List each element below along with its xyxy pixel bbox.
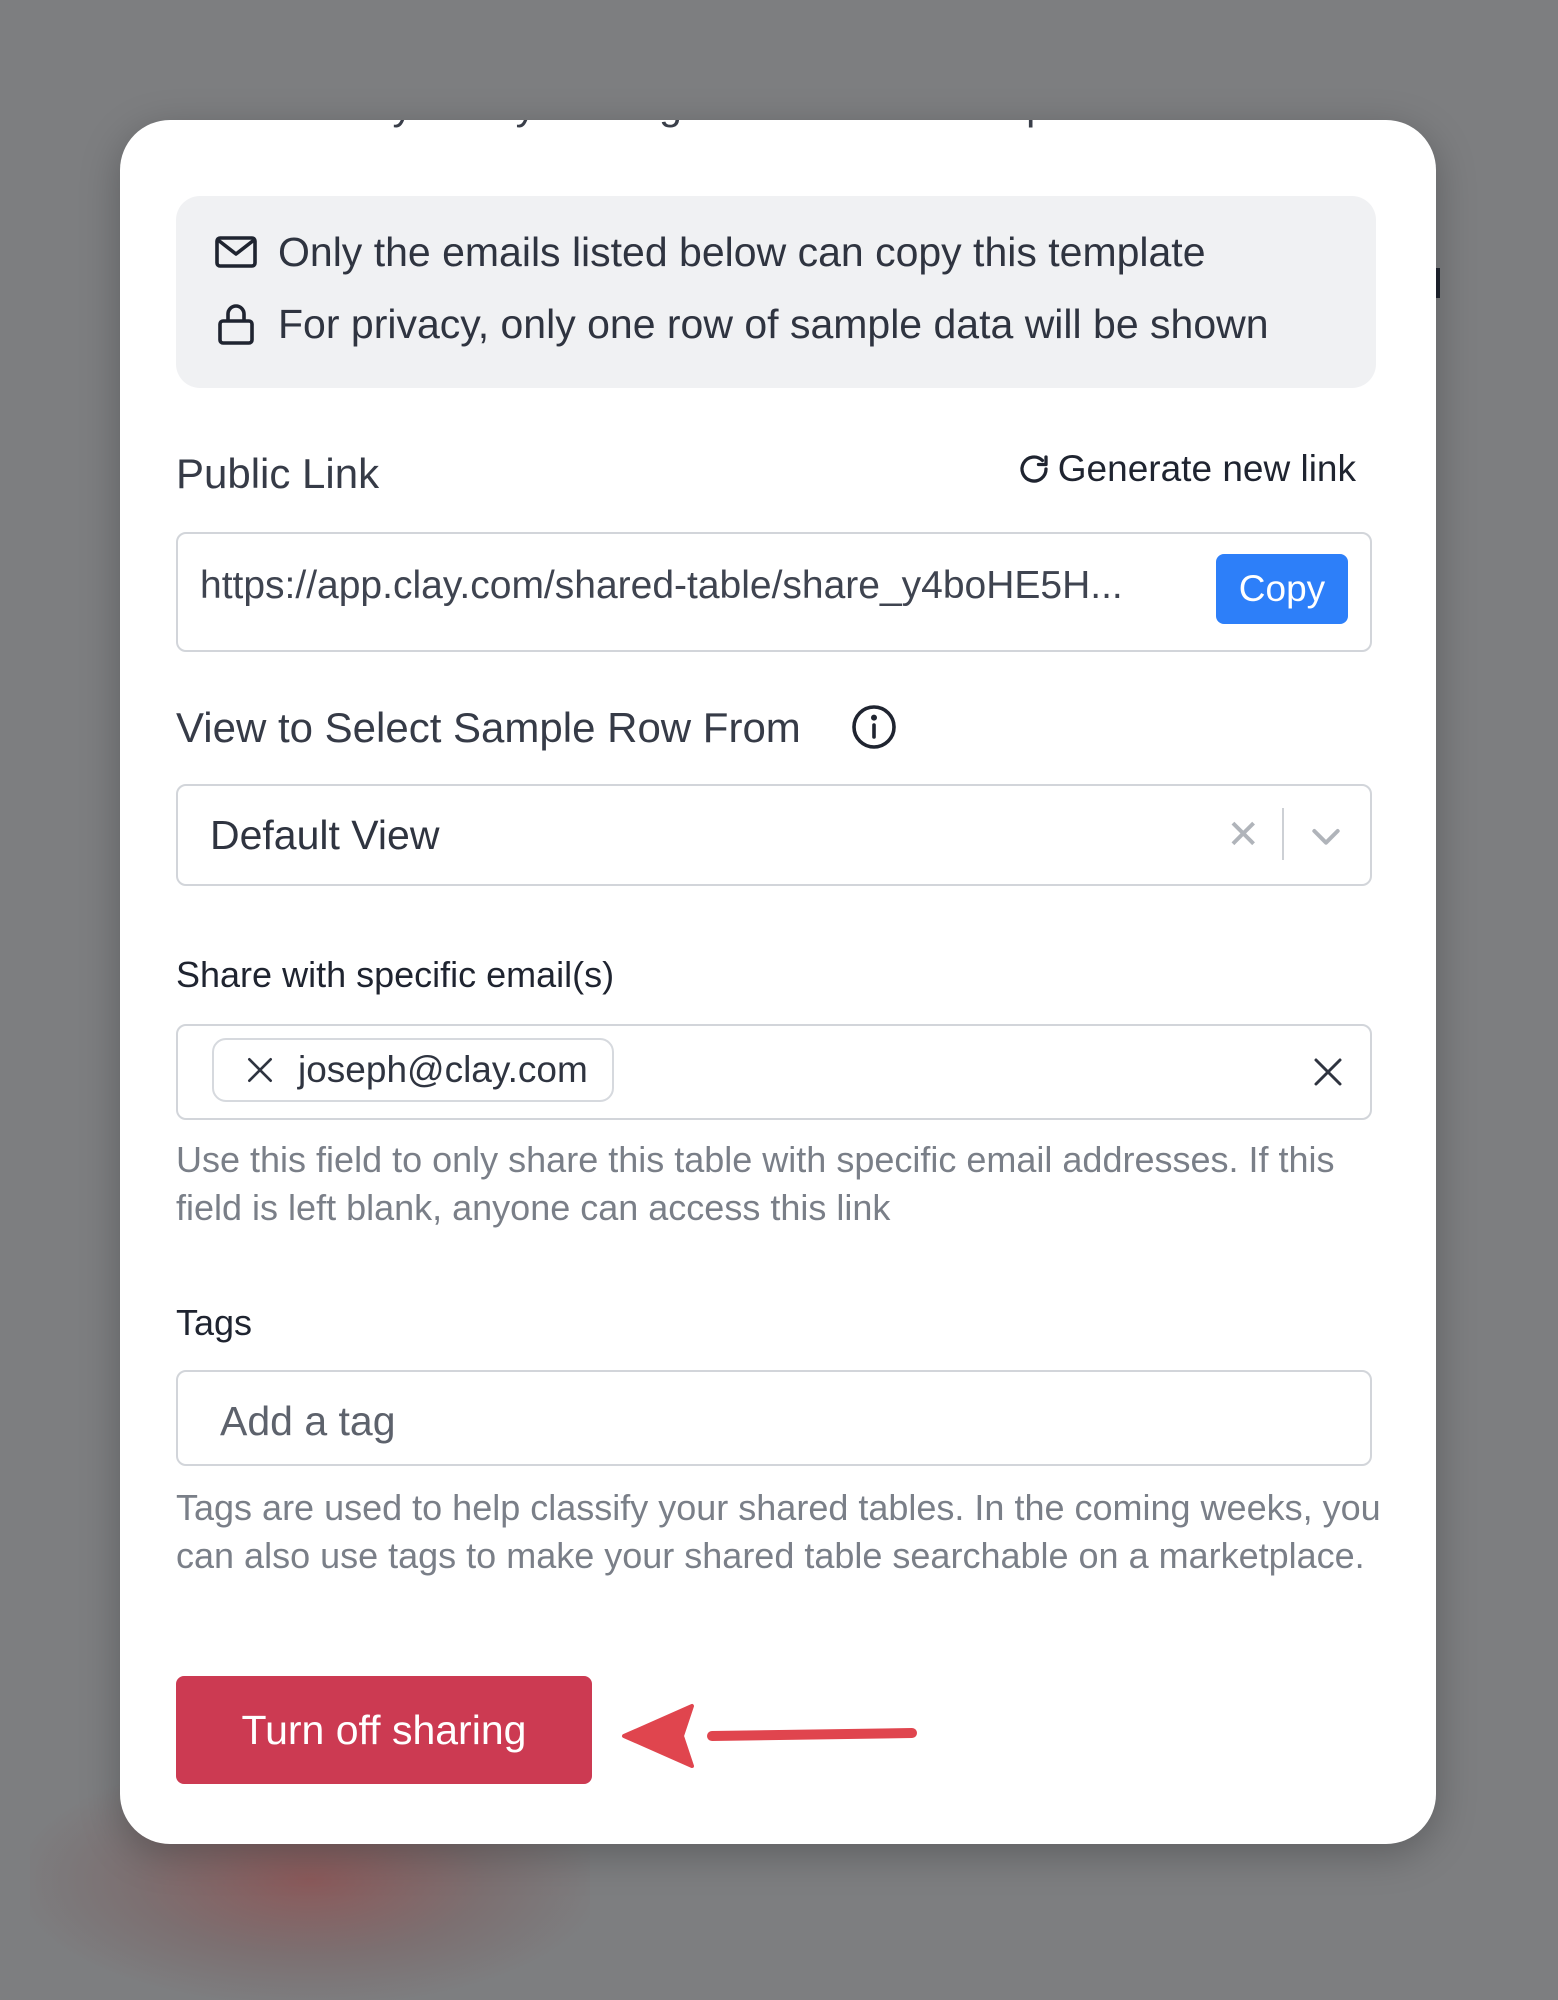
tags-help-text: Tags are used to help classify your shar… xyxy=(176,1487,1381,1576)
clear-emails-icon[interactable] xyxy=(1310,1054,1346,1090)
copy-link-button[interactable]: Copy xyxy=(1216,554,1348,624)
chevron-down-icon[interactable] xyxy=(1306,816,1346,856)
public-link-url[interactable]: https://app.clay.com/shared-table/share_… xyxy=(200,564,1200,608)
email-input[interactable]: joseph@clay.com xyxy=(176,1024,1372,1120)
tags-field xyxy=(176,1370,1372,1466)
mail-icon xyxy=(215,236,257,268)
select-divider xyxy=(1282,808,1284,860)
share-dialog: visible to anyone by sharing this table … xyxy=(120,120,1436,1844)
view-select-value: Default View xyxy=(210,812,440,858)
email-chip: joseph@clay.com xyxy=(212,1038,614,1102)
turn-off-sharing-button[interactable]: Turn off sharing xyxy=(176,1676,592,1784)
view-select-label: View to Select Sample Row From xyxy=(176,704,801,751)
emails-label: Share with specific email(s) xyxy=(176,954,615,995)
lock-icon xyxy=(218,304,254,345)
notice-email-text: Only the emails listed below can copy th… xyxy=(278,228,1206,275)
refresh-icon xyxy=(1020,455,1048,483)
tag-input[interactable] xyxy=(218,1392,1322,1450)
notice-privacy-row: For privacy, only one row of sample data… xyxy=(212,300,1269,348)
notice-box: Only the emails listed below can copy th… xyxy=(176,196,1376,388)
email-chip-label: joseph@clay.com xyxy=(298,1049,588,1090)
notice-email-row: Only the emails listed below can copy th… xyxy=(212,228,1206,276)
generate-new-link-button[interactable]: Generate new link xyxy=(1016,448,1356,490)
public-link-field: https://app.clay.com/shared-table/share_… xyxy=(176,532,1372,652)
view-select[interactable]: Default View ✕ xyxy=(176,784,1372,886)
notice-privacy-text: For privacy, only one row of sample data… xyxy=(278,300,1269,347)
generate-new-link-label: Generate new link xyxy=(1057,448,1356,489)
clear-selection-icon[interactable]: ✕ xyxy=(1226,812,1260,858)
intro-text: visible to anyone by sharing this table … xyxy=(176,120,1126,129)
emails-help-text: Use this field to only share this table … xyxy=(176,1139,1335,1228)
tags-label: Tags xyxy=(176,1302,253,1343)
remove-chip-icon[interactable] xyxy=(244,1054,276,1086)
info-icon[interactable] xyxy=(850,703,898,751)
public-link-label: Public Link xyxy=(176,450,380,497)
annotation-arrow xyxy=(622,1704,917,1768)
